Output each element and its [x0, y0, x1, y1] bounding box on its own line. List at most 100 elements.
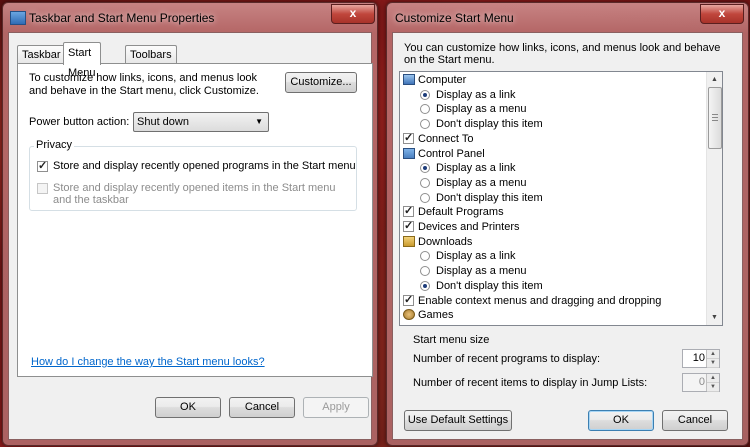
- control-panel-icon: [403, 147, 415, 159]
- title-bar[interactable]: Customize Start Menu x: [387, 3, 748, 31]
- list-item-radio[interactable]: Display as a menu: [400, 264, 705, 278]
- scroll-up-arrow[interactable]: ▲: [707, 72, 722, 87]
- list-item-label: Display as a link: [436, 162, 516, 175]
- power-button-dropdown[interactable]: Shut down ▼: [133, 112, 269, 132]
- list-item-radio[interactable]: Display as a link: [400, 249, 705, 263]
- store-programs-label: Store and display recently opened progra…: [53, 160, 356, 172]
- scroll-thumb[interactable]: [708, 87, 722, 149]
- list-item-header[interactable]: Games: [400, 308, 705, 322]
- customize-start-menu-window: Customize Start Menu x You can customize…: [386, 2, 749, 446]
- radio-button[interactable]: [420, 192, 430, 203]
- taskbar-properties-window: Taskbar and Start Menu Properties x Task…: [2, 2, 378, 446]
- list-item-label: Display as a link: [436, 250, 516, 263]
- radio-button[interactable]: [420, 266, 430, 277]
- list-item-checkbox[interactable]: Default Programs: [400, 204, 705, 219]
- list-item-radio[interactable]: Don't display this item: [400, 279, 705, 293]
- start-menu-items-list[interactable]: Games Enable context menus and dragging a…: [399, 71, 723, 326]
- privacy-group-label: Privacy: [34, 139, 75, 151]
- ok-button[interactable]: OK: [588, 410, 654, 431]
- title-bar[interactable]: Taskbar and Start Menu Properties x: [3, 3, 377, 31]
- spin-down-icon[interactable]: ▼: [707, 359, 719, 368]
- ok-button[interactable]: OK: [155, 397, 221, 418]
- window-title: Taskbar and Start Menu Properties: [29, 11, 215, 25]
- apply-button[interactable]: Apply: [303, 397, 369, 418]
- window-title: Customize Start Menu: [395, 11, 514, 25]
- list-item-label: Default Programs: [418, 206, 504, 219]
- list-item-label: Downloads: [418, 235, 473, 248]
- list-item-label: Display as a menu: [436, 176, 527, 189]
- computer-icon: [403, 74, 415, 85]
- radio-button[interactable]: [420, 251, 430, 262]
- list-item-checkbox[interactable]: Devices and Printers: [400, 219, 705, 234]
- list-item-header[interactable]: Control Panel: [400, 147, 705, 161]
- list-item-label: Don't display this item: [436, 279, 543, 292]
- spin-down-icon[interactable]: ▼: [707, 383, 719, 392]
- tab-start-menu[interactable]: Start Menu: [63, 42, 101, 79]
- list-item-radio[interactable]: Don't display this item: [400, 117, 705, 131]
- scroll-down-arrow[interactable]: ▼: [707, 310, 722, 325]
- radio-button[interactable]: [420, 280, 430, 291]
- close-button[interactable]: x: [331, 4, 375, 24]
- recent-items-value: 0: [698, 376, 705, 388]
- spin-up-icon[interactable]: ▲: [707, 350, 719, 359]
- use-default-settings-button[interactable]: Use Default Settings: [404, 410, 512, 431]
- list-item-label: Control Panel: [418, 147, 485, 160]
- power-button-label: Power button action:: [29, 116, 130, 128]
- close-button[interactable]: x: [700, 4, 744, 24]
- start-menu-tab-panel: To customize how links, icons, and menus…: [17, 63, 373, 377]
- radio-button[interactable]: [420, 89, 430, 100]
- list-item-radio[interactable]: Don't display this item: [400, 191, 705, 205]
- list-item-label: Enable context menus and dragging and dr…: [418, 294, 662, 307]
- tab-toolbars[interactable]: Toolbars: [125, 45, 177, 64]
- list-item-radio[interactable]: Display as a menu: [400, 176, 705, 190]
- cancel-button[interactable]: Cancel: [229, 397, 295, 418]
- vertical-scrollbar[interactable]: ▲ ▼: [706, 72, 722, 325]
- games-icon: [403, 309, 415, 321]
- radio-button[interactable]: [420, 177, 430, 188]
- list-item-checkbox[interactable]: Connect To: [400, 131, 705, 146]
- spinner-arrows[interactable]: ▲ ▼: [706, 350, 719, 368]
- radio-button[interactable]: [420, 119, 430, 130]
- store-items-label: Store and display recently opened items …: [53, 182, 336, 206]
- list-item-label: Don't display this item: [436, 191, 543, 204]
- list-item-label: Devices and Printers: [418, 221, 520, 233]
- checkbox[interactable]: [403, 293, 414, 307]
- checkbox[interactable]: [403, 131, 414, 145]
- list-item-header[interactable]: Computer: [400, 73, 705, 87]
- list-item-radio[interactable]: Display as a menu: [400, 102, 705, 116]
- recent-items-label: Number of recent items to display in Jum…: [413, 377, 648, 389]
- list-item-radio[interactable]: Display as a link: [400, 88, 705, 102]
- list-item-label: Games: [418, 309, 454, 322]
- radio-button[interactable]: [420, 104, 430, 115]
- list-item-label: Computer: [418, 74, 467, 86]
- recent-programs-spinner[interactable]: 10 ▲ ▼: [682, 349, 720, 368]
- spinner-arrows[interactable]: ▲ ▼: [706, 374, 719, 392]
- recent-programs-value: 10: [692, 352, 705, 364]
- list-item-checkbox[interactable]: Enable context menus and dragging and dr…: [400, 293, 705, 308]
- list-item-radio[interactable]: Display as a link: [400, 161, 705, 175]
- spin-up-icon[interactable]: ▲: [707, 374, 719, 383]
- power-button-value: Shut down: [137, 116, 189, 128]
- start-menu-size-label: Start menu size: [413, 334, 490, 346]
- cancel-button[interactable]: Cancel: [662, 410, 728, 431]
- privacy-group: Privacy Store and display recently opene…: [29, 139, 357, 211]
- chevron-down-icon: ▼: [255, 117, 263, 126]
- list-item-header[interactable]: Downloads: [400, 235, 705, 249]
- radio-button[interactable]: [420, 163, 430, 174]
- checkbox[interactable]: [403, 204, 414, 218]
- scroll-grip: [712, 120, 718, 121]
- customize-description: To customize how links, icons, and menus…: [29, 72, 259, 97]
- list-item-label: Connect To: [418, 132, 474, 145]
- list-item-label: Display as a menu: [436, 103, 527, 116]
- scroll-grip: [712, 117, 718, 118]
- help-link[interactable]: How do I change the way the Start menu l…: [31, 356, 265, 368]
- customize-description: You can customize how links, icons, and …: [404, 42, 721, 66]
- recent-items-spinner[interactable]: 0 ▲ ▼: [682, 373, 720, 392]
- store-items-checkbox[interactable]: [37, 183, 48, 194]
- customize-button[interactable]: Customize...: [285, 72, 357, 93]
- list-item-label: Display as a link: [436, 88, 516, 101]
- checkbox[interactable]: [403, 219, 414, 233]
- list-item-label: Don't display this item: [436, 118, 543, 131]
- store-programs-checkbox[interactable]: [37, 159, 48, 172]
- tab-taskbar[interactable]: Taskbar: [17, 45, 66, 64]
